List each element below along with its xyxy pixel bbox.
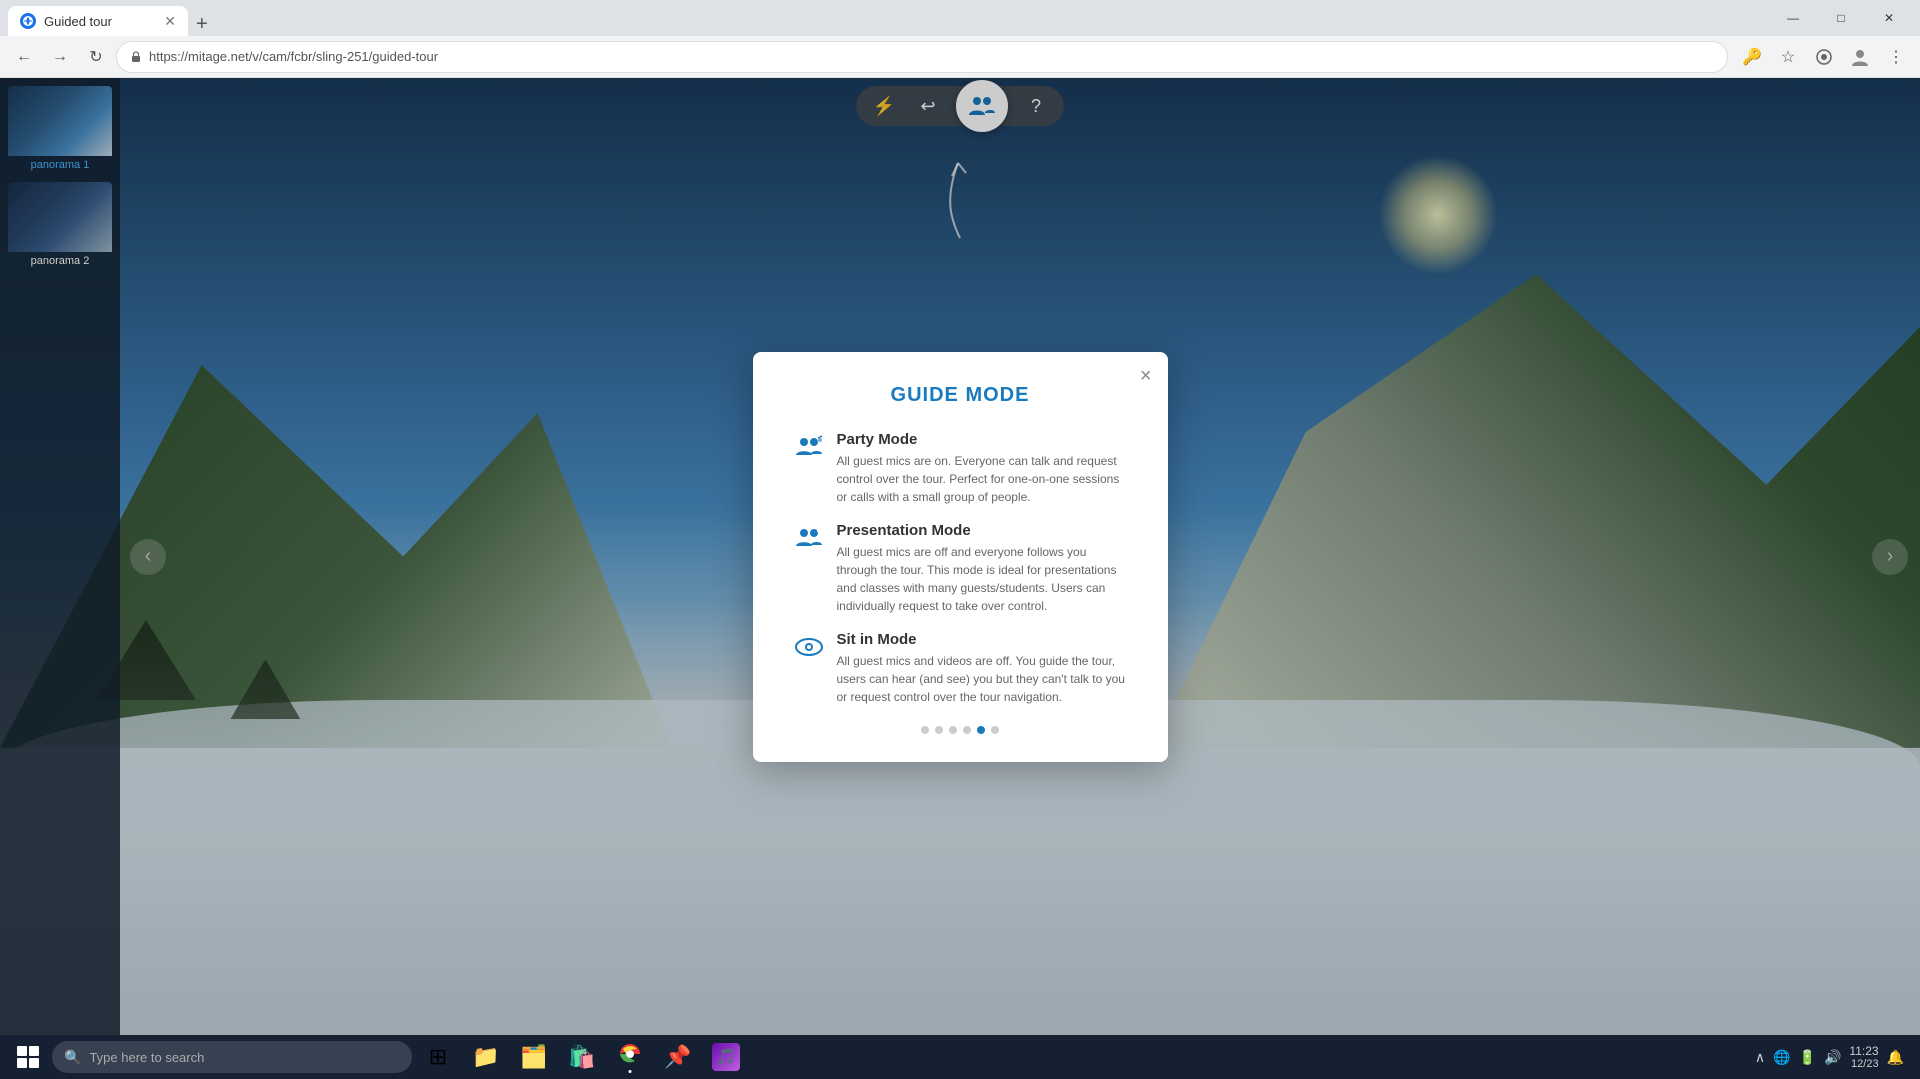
toolbar-icons: 🔑 ☆ ⋮ bbox=[1736, 41, 1912, 73]
taskbar-search[interactable]: 🔍 Type here to search bbox=[52, 1041, 412, 1073]
modal-close-button[interactable]: × bbox=[1140, 366, 1152, 386]
dot-2[interactable] bbox=[935, 726, 943, 734]
star-icon[interactable]: ☆ bbox=[1772, 41, 1804, 73]
browser-frame: Guided tour ✕ + — □ ✕ ← → ↻ https://mita… bbox=[0, 0, 1920, 1079]
start-button[interactable] bbox=[8, 1037, 48, 1077]
presentation-mode-icon bbox=[793, 524, 825, 552]
battery-icon[interactable]: 🔋 bbox=[1799, 1049, 1816, 1066]
dot-5-active[interactable] bbox=[977, 726, 985, 734]
maximize-button[interactable]: □ bbox=[1818, 0, 1864, 36]
file-explorer-icon: 📁 bbox=[472, 1044, 499, 1070]
modal-title: GUIDE MODE bbox=[793, 384, 1128, 407]
party-mode-section: Party Mode All guest mics are on. Everyo… bbox=[793, 431, 1128, 506]
taskbar-system-tray: ∧ 🌐 🔋 🔊 11:23 12/23 🔔 bbox=[1747, 1044, 1912, 1070]
dot-4[interactable] bbox=[963, 726, 971, 734]
taskbar-task-view[interactable]: ⊞ bbox=[416, 1035, 460, 1079]
chrome-icon bbox=[618, 1042, 642, 1072]
browser-tab[interactable]: Guided tour ✕ bbox=[8, 6, 188, 36]
network-icon[interactable]: 🌐 bbox=[1773, 1049, 1790, 1066]
taskbar-folder[interactable]: 🗂️ bbox=[512, 1035, 556, 1079]
minimize-button[interactable]: — bbox=[1770, 0, 1816, 36]
browser-toolbar: ← → ↻ https://mitage.net/v/cam/fcbr/slin… bbox=[0, 36, 1920, 78]
presentation-mode-title: Presentation Mode bbox=[837, 522, 1128, 539]
taskbar-pin[interactable]: 📌 bbox=[656, 1035, 700, 1079]
taskbar-chrome[interactable] bbox=[608, 1035, 652, 1079]
close-button[interactable]: ✕ bbox=[1866, 0, 1912, 36]
sitin-mode-section: Sit in Mode All guest mics and videos ar… bbox=[793, 631, 1128, 706]
tab-bar: Guided tour ✕ + bbox=[8, 0, 1762, 36]
window-controls: — □ ✕ bbox=[1770, 0, 1912, 36]
sitin-mode-icon bbox=[793, 633, 825, 661]
key-icon[interactable]: 🔑 bbox=[1736, 41, 1768, 73]
presentation-mode-desc: All guest mics are off and everyone foll… bbox=[837, 543, 1128, 615]
presentation-mode-section: Presentation Mode All guest mics are off… bbox=[793, 522, 1128, 615]
modal-overlay: × GUIDE MODE bbox=[0, 78, 1920, 1035]
sitin-mode-desc: All guest mics and videos are off. You g… bbox=[837, 652, 1128, 706]
taskbar-store[interactable]: 🛍️ bbox=[560, 1035, 604, 1079]
notification-icon[interactable]: 🔔 bbox=[1887, 1049, 1904, 1066]
clock-date: 12/23 bbox=[1849, 1058, 1878, 1070]
party-mode-desc: All guest mics are on. Everyone can talk… bbox=[837, 452, 1128, 506]
taskbar-search-icon: 🔍 bbox=[64, 1049, 81, 1066]
store-icon: 🛍️ bbox=[568, 1044, 595, 1070]
party-mode-title: Party Mode bbox=[837, 431, 1128, 448]
task-view-icon: ⊞ bbox=[429, 1044, 447, 1070]
windows-logo-icon bbox=[17, 1046, 39, 1068]
address-text: https://mitage.net/v/cam/fcbr/sling-251/… bbox=[149, 49, 1715, 64]
start-square-2 bbox=[29, 1046, 39, 1056]
lock-icon bbox=[129, 50, 143, 64]
folder-icon: 🗂️ bbox=[520, 1044, 547, 1070]
chevron-up-icon[interactable]: ∧ bbox=[1755, 1049, 1765, 1066]
tab-close-button[interactable]: ✕ bbox=[164, 13, 176, 30]
dot-6[interactable] bbox=[991, 726, 999, 734]
clock-time: 11:23 bbox=[1849, 1044, 1878, 1058]
tab-favicon bbox=[20, 13, 36, 29]
music-icon: 🎵 bbox=[712, 1043, 740, 1071]
back-button[interactable]: ← bbox=[8, 41, 40, 73]
start-square-3 bbox=[17, 1058, 27, 1068]
start-square-1 bbox=[17, 1046, 27, 1056]
new-tab-button[interactable]: + bbox=[188, 13, 216, 36]
sitin-mode-content: Sit in Mode All guest mics and videos ar… bbox=[837, 631, 1128, 706]
party-mode-content: Party Mode All guest mics are on. Everyo… bbox=[837, 431, 1128, 506]
profile-icon[interactable] bbox=[1844, 41, 1876, 73]
menu-button[interactable]: ⋮ bbox=[1880, 41, 1912, 73]
system-clock[interactable]: 11:23 12/23 bbox=[1849, 1044, 1878, 1070]
taskbar-file-explorer[interactable]: 📁 bbox=[464, 1035, 508, 1079]
tab-title: Guided tour bbox=[44, 14, 156, 29]
sitin-mode-title: Sit in Mode bbox=[837, 631, 1128, 648]
sound-icon[interactable]: 🔊 bbox=[1824, 1049, 1841, 1066]
modal-pagination bbox=[793, 726, 1128, 734]
chrome-active-dot bbox=[629, 1070, 632, 1073]
browser-content: panorama 1 panorama 2 ⚡ ↩ bbox=[0, 78, 1920, 1035]
extensions-icon[interactable] bbox=[1808, 41, 1840, 73]
reload-button[interactable]: ↻ bbox=[80, 41, 112, 73]
start-square-4 bbox=[29, 1058, 39, 1068]
address-bar[interactable]: https://mitage.net/v/cam/fcbr/sling-251/… bbox=[116, 41, 1728, 73]
guide-mode-modal: × GUIDE MODE bbox=[753, 352, 1168, 762]
pin-icon: 📌 bbox=[664, 1044, 691, 1070]
taskbar-music[interactable]: 🎵 bbox=[704, 1035, 748, 1079]
dot-3[interactable] bbox=[949, 726, 957, 734]
taskbar-search-placeholder: Type here to search bbox=[89, 1050, 204, 1065]
browser-titlebar: Guided tour ✕ + — □ ✕ bbox=[0, 0, 1920, 36]
dot-1[interactable] bbox=[921, 726, 929, 734]
party-mode-icon bbox=[793, 433, 825, 461]
presentation-mode-content: Presentation Mode All guest mics are off… bbox=[837, 522, 1128, 615]
forward-button[interactable]: → bbox=[44, 41, 76, 73]
taskbar: 🔍 Type here to search ⊞ 📁 🗂️ 🛍️ 📌 🎵 bbox=[0, 1035, 1920, 1079]
